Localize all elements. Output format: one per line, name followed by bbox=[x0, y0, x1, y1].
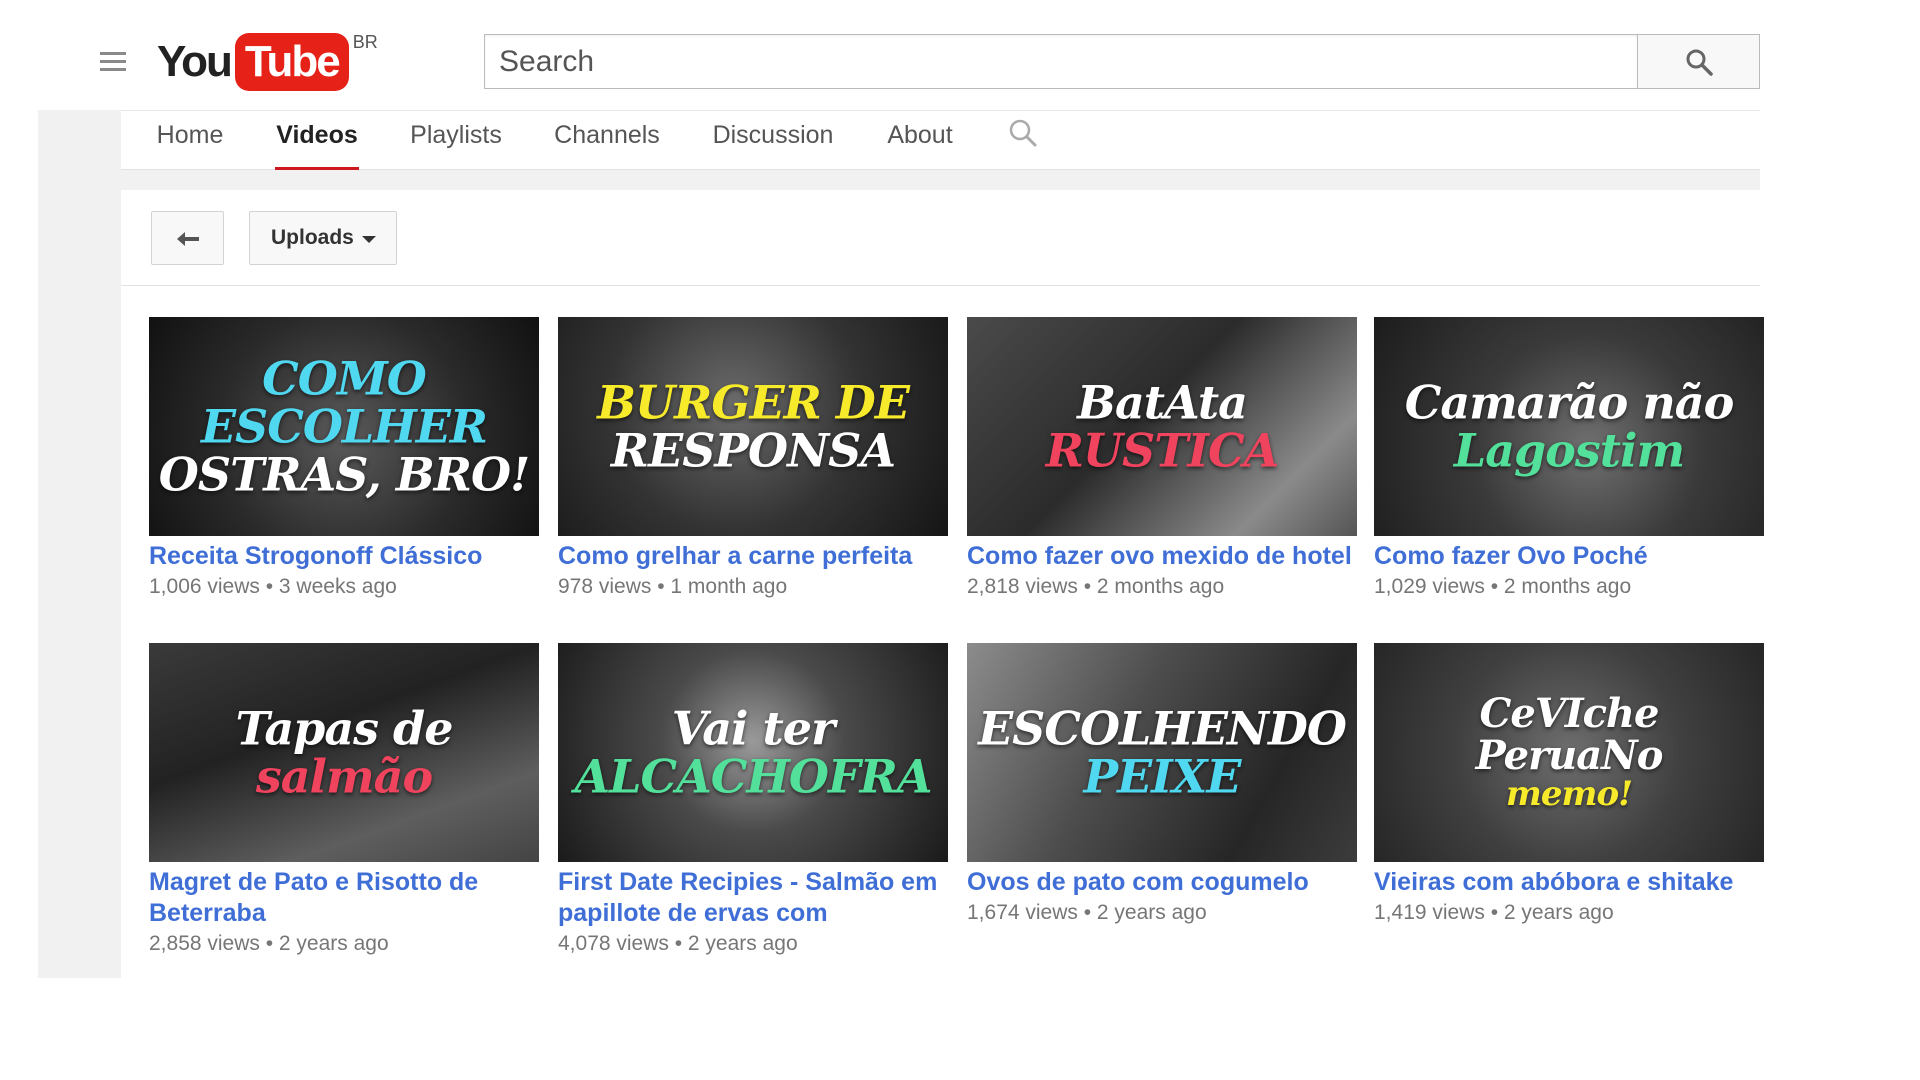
thumb-line: ESCOLHENDO bbox=[978, 701, 1347, 756]
video-meta: 1,674 views • 2 years ago bbox=[967, 901, 1207, 924]
video-thumbnail[interactable]: BURGER DE RESPONSA bbox=[558, 317, 948, 536]
back-button[interactable] bbox=[151, 211, 224, 265]
tab-discussion[interactable]: Discussion bbox=[709, 121, 837, 171]
video-meta: 1,029 views • 2 months ago bbox=[1374, 575, 1632, 598]
video-title[interactable]: First Date Recipies - Salmão em papillot… bbox=[558, 867, 948, 929]
videos-content: Uploads COMO ESCOLHER OSTRAS, BRO! Recei… bbox=[121, 190, 1764, 978]
video-card: Camarão não Lagostim Como fazer Ovo Poch… bbox=[1374, 317, 1764, 602]
thumb-line: Lagostim bbox=[1453, 423, 1685, 478]
video-title[interactable]: Receita Strogonoff Clássico bbox=[149, 541, 539, 572]
video-thumbnail[interactable]: COMO ESCOLHER OSTRAS, BRO! bbox=[149, 317, 539, 536]
logo-you-text: You bbox=[157, 37, 233, 86]
video-card: COMO ESCOLHER OSTRAS, BRO! Receita Strog… bbox=[149, 317, 539, 602]
video-title[interactable]: Como fazer ovo mexido de hotel bbox=[967, 541, 1357, 572]
video-thumbnail[interactable]: Tapas de salmão bbox=[149, 643, 539, 862]
tab-channels[interactable]: Channels bbox=[551, 121, 663, 171]
thumb-line: RESPONSA bbox=[610, 423, 896, 478]
thumbnail-caption: BURGER DE RESPONSA bbox=[558, 378, 948, 475]
video-thumbnail[interactable]: BatAta RUSTICA bbox=[967, 317, 1357, 536]
video-meta: 978 views • 1 month ago bbox=[558, 575, 788, 598]
video-title[interactable]: Vieiras com abóbora e shitake bbox=[1374, 867, 1764, 898]
videos-toolbar: Uploads bbox=[121, 190, 1760, 286]
chevron-down-icon bbox=[362, 236, 376, 243]
channel-search-icon[interactable] bbox=[1007, 117, 1039, 154]
video-card: BatAta RUSTICA Como fazer ovo mexido de … bbox=[967, 317, 1357, 602]
thumb-line: Camarão não bbox=[1404, 375, 1735, 430]
thumb-line: PEIXE bbox=[1083, 749, 1242, 804]
video-thumbnail[interactable]: Vai ter ALCACHOFRA bbox=[558, 643, 948, 862]
tab-about[interactable]: About bbox=[885, 121, 955, 171]
video-title[interactable]: Como grelhar a carne perfeita bbox=[558, 541, 948, 572]
video-card: CeVIche PeruaNo memo! Vieiras com abóbor… bbox=[1374, 643, 1764, 928]
tab-home[interactable]: Home bbox=[154, 121, 226, 171]
hamburger-menu-icon[interactable] bbox=[100, 52, 126, 72]
thumb-line: salmão bbox=[255, 749, 433, 804]
tab-playlists[interactable]: Playlists bbox=[407, 121, 505, 171]
thumb-line: OSTRAS, BRO! bbox=[158, 447, 530, 502]
search-box bbox=[484, 34, 1637, 89]
video-meta: 1,006 views • 3 weeks ago bbox=[149, 575, 397, 598]
thumbnail-caption: Vai ter ALCACHOFRA bbox=[558, 704, 948, 801]
thumb-line: memo! bbox=[1505, 773, 1633, 814]
video-meta: 2,858 views • 2 years ago bbox=[149, 932, 389, 955]
video-thumbnail[interactable]: CeVIche PeruaNo memo! bbox=[1374, 643, 1764, 862]
video-card: BURGER DE RESPONSA Como grelhar a carne … bbox=[558, 317, 948, 602]
logo-tube-text: Tube bbox=[234, 33, 349, 91]
left-gutter bbox=[38, 110, 121, 978]
video-card: Vai ter ALCACHOFRA First Date Recipies -… bbox=[558, 643, 948, 959]
country-code: BR bbox=[352, 32, 378, 52]
thumbnail-caption: Tapas de salmão bbox=[149, 704, 539, 801]
thumbnail-caption: CeVIche PeruaNo memo! bbox=[1374, 689, 1764, 814]
video-card: ESCOLHENDO PEIXE Ovos de pato com cogume… bbox=[967, 643, 1357, 928]
back-arrow-icon bbox=[177, 232, 199, 246]
search-button[interactable] bbox=[1637, 34, 1760, 89]
video-meta: 1,419 views • 2 years ago bbox=[1374, 901, 1614, 924]
thumb-line: BURGER DE bbox=[597, 375, 910, 430]
video-meta: 4,078 views • 2 years ago bbox=[558, 932, 798, 955]
divider-strip bbox=[121, 170, 1760, 190]
video-card: Tapas de salmão Magret de Pato e Risotto… bbox=[149, 643, 539, 959]
search-input[interactable] bbox=[485, 35, 1637, 88]
video-title[interactable]: Magret de Pato e Risotto de Beterraba bbox=[149, 867, 539, 929]
video-title[interactable]: Como fazer Ovo Poché bbox=[1374, 541, 1764, 572]
uploads-dropdown[interactable]: Uploads bbox=[249, 211, 397, 265]
thumb-line: PeruaNo bbox=[1475, 731, 1664, 779]
thumb-line: BatAta bbox=[1077, 375, 1248, 430]
thumbnail-caption: Camarão não Lagostim bbox=[1374, 378, 1764, 475]
thumb-line: CeVIche bbox=[1479, 689, 1660, 737]
thumbnail-caption: ESCOLHENDO PEIXE bbox=[967, 704, 1357, 801]
thumbnail-caption: COMO ESCOLHER OSTRAS, BRO! bbox=[149, 354, 539, 499]
thumbnail-caption: BatAta RUSTICA bbox=[967, 378, 1357, 475]
tab-videos[interactable]: Videos bbox=[275, 121, 359, 171]
thumb-line: Tapas de bbox=[235, 701, 454, 756]
youtube-logo[interactable]: You Tube BR bbox=[157, 30, 378, 94]
video-meta: 2,818 views • 2 months ago bbox=[967, 575, 1225, 598]
thumb-line: COMO ESCOLHER bbox=[200, 351, 488, 454]
video-thumbnail[interactable]: ESCOLHENDO PEIXE bbox=[967, 643, 1357, 862]
thumb-line: Vai ter bbox=[671, 701, 836, 756]
thumb-line: RUSTICA bbox=[1045, 423, 1280, 478]
thumb-line: ALCACHOFRA bbox=[574, 749, 932, 804]
video-title[interactable]: Ovos de pato com cogumelo bbox=[967, 867, 1357, 898]
uploads-label: Uploads bbox=[271, 226, 354, 249]
search-icon bbox=[1686, 49, 1713, 76]
channel-tabs: Home Videos Playlists Channels Discussio… bbox=[121, 110, 1760, 171]
masthead: You Tube BR bbox=[0, 0, 1760, 110]
video-thumbnail[interactable]: Camarão não Lagostim bbox=[1374, 317, 1764, 536]
